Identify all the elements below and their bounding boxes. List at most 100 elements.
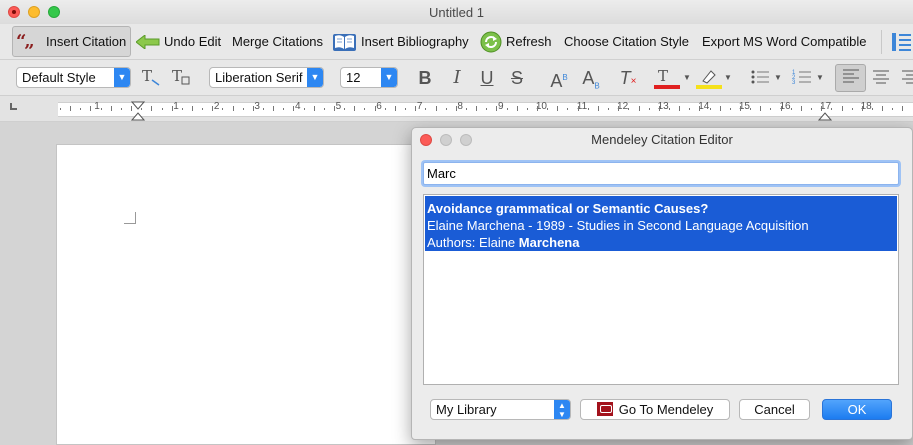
ruler-tick [842, 106, 843, 111]
mendeley-logo-icon [596, 402, 613, 416]
chevron-down-icon: ▼ [307, 68, 323, 87]
ruler-tick [212, 106, 213, 111]
ruler-tick [730, 108, 731, 110]
ruler-tick [608, 108, 609, 110]
font-color-dropdown-icon[interactable]: ▼ [683, 66, 691, 90]
highlight-icon[interactable] [696, 66, 724, 90]
undo-arrow-icon [136, 34, 160, 49]
undo-edit-button[interactable]: Undo Edit [136, 26, 221, 57]
insert-bibliography-button[interactable]: Insert Bibliography [332, 26, 469, 57]
ruler-tick [466, 108, 467, 110]
italic-icon[interactable]: I [446, 66, 468, 90]
ruler-number: 1 [173, 101, 179, 112]
update-style-icon[interactable]: T [140, 66, 162, 90]
ruler-tick [476, 106, 477, 111]
ruler-tick [578, 106, 579, 111]
underline-icon[interactable]: U [476, 66, 498, 90]
refresh-button[interactable]: Refresh [480, 26, 552, 57]
citation-search-value: Marc [427, 166, 456, 181]
sidebar-toggle-icon[interactable] [890, 30, 912, 54]
ruler-tick [791, 108, 792, 110]
ok-label: OK [847, 402, 867, 417]
bullet-list-dropdown-icon[interactable]: ▼ [774, 66, 782, 90]
search-result-item[interactable]: Avoidance grammatical or Semantic Causes… [425, 196, 897, 251]
ruler-number: 10 [535, 101, 547, 112]
ruler-tick [263, 108, 264, 110]
tab-stop-icon[interactable] [10, 103, 17, 110]
ruler-number: 16 [779, 101, 791, 112]
bullet-list-icon[interactable] [748, 66, 772, 90]
ruler-tick [60, 108, 61, 110]
ruler-tick [456, 106, 457, 111]
window-title: Untitled 1 [429, 5, 484, 20]
ruler-tick [862, 106, 863, 111]
search-results-list[interactable]: Avoidance grammatical or Semantic Causes… [423, 194, 899, 385]
strikethrough-icon[interactable]: S [506, 66, 528, 90]
document-page[interactable] [56, 144, 436, 445]
ruler-tick [496, 106, 497, 111]
library-select[interactable]: My Library ▲ ▼ [430, 399, 571, 420]
ruler-tick [527, 108, 528, 110]
insert-bibliography-label: Insert Bibliography [361, 34, 469, 49]
ruler-tick [182, 108, 183, 110]
ok-button[interactable]: OK [822, 399, 892, 420]
ruler-tick [770, 108, 771, 110]
ruler-number: 18 [860, 101, 872, 112]
clear-formatting-icon[interactable]: T× [617, 66, 639, 90]
export-ms-word-button[interactable]: Export MS Word Compatible [702, 26, 867, 57]
refresh-label: Refresh [506, 34, 552, 49]
font-name-select[interactable]: Liberation Serif ▼ [209, 67, 324, 88]
merge-citations-button[interactable]: Merge Citations [232, 26, 323, 57]
right-indent-marker-icon[interactable] [818, 107, 832, 121]
go-to-mendeley-button[interactable]: Go To Mendeley [580, 399, 730, 420]
cancel-button[interactable]: Cancel [739, 399, 810, 420]
font-size-value: 12 [346, 70, 361, 85]
align-right-icon[interactable] [900, 66, 913, 90]
ruler-tick [720, 106, 721, 111]
undo-edit-label: Undo Edit [164, 34, 222, 49]
ruler-number: 13 [657, 101, 669, 112]
citation-search-input[interactable]: Marc [423, 162, 899, 185]
svg-text:T: T [142, 67, 152, 85]
superscript-icon[interactable]: AB [548, 66, 570, 91]
numbered-list-dropdown-icon[interactable]: ▼ [816, 66, 824, 90]
ruler-number: 11 [576, 101, 588, 112]
ruler-tick [405, 108, 406, 110]
left-indent-marker-icon[interactable] [131, 101, 145, 121]
ruler-tick [852, 108, 853, 110]
ruler-tick [222, 108, 223, 110]
new-style-icon[interactable]: T [170, 66, 192, 90]
font-size-select[interactable]: 12 ▼ [340, 67, 398, 88]
ruler-tick [436, 106, 437, 111]
dialog-button-row: My Library ▲ ▼ Go To Mendeley Cancel OK [412, 398, 912, 424]
ruler-tick [618, 106, 619, 111]
chevron-down-icon: ▼ [114, 68, 130, 87]
insert-citation-button[interactable]: “„ Insert Citation [12, 26, 132, 57]
paragraph-style-select[interactable]: Default Style ▼ [16, 67, 131, 88]
svg-text:3: 3 [792, 80, 796, 86]
font-color-icon[interactable]: T [654, 66, 682, 90]
mendeley-toolbar: “„ Insert Citation Undo Edit Merge Citat… [0, 24, 913, 60]
highlight-dropdown-icon[interactable]: ▼ [724, 66, 732, 90]
align-center-icon[interactable] [870, 66, 892, 90]
refresh-icon [480, 31, 502, 52]
paragraph-style-value: Default Style [22, 70, 96, 85]
text-boundary-mark [124, 212, 136, 224]
align-left-icon[interactable] [835, 64, 866, 92]
ruler-tick [162, 108, 163, 110]
ruler-number: 3 [254, 101, 260, 112]
ruler-tick [679, 106, 680, 111]
ruler-tick [70, 106, 71, 111]
ruler-tick [324, 108, 325, 110]
bold-icon[interactable]: B [414, 66, 436, 90]
subscript-icon[interactable]: AB [580, 66, 602, 91]
ruler-number: 9 [498, 101, 504, 112]
ruler-tick [781, 106, 782, 111]
ruler-tick [90, 106, 91, 111]
ruler-tick [172, 106, 173, 111]
choose-citation-style-button[interactable]: Choose Citation Style [564, 26, 689, 57]
ruler-tick [192, 106, 193, 111]
ruler-tick [425, 108, 426, 110]
numbered-list-icon[interactable]: 1 2 3 [790, 66, 814, 90]
ruler-tick [101, 108, 102, 110]
